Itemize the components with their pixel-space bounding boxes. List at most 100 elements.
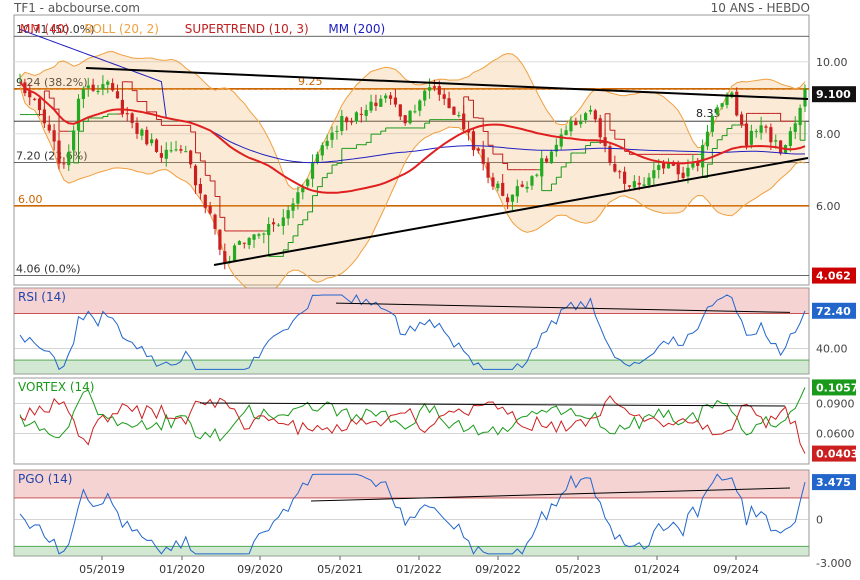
price-panel: 6.008.0010.0010.71 (50.0%)9.24 (38.2%)7.… (13, 14, 848, 295)
candle-body (42, 109, 46, 124)
panel-frame (13, 377, 810, 465)
candle-body (320, 145, 324, 156)
candle-body (291, 203, 295, 211)
candle-body (676, 164, 680, 175)
candle-body (159, 153, 163, 158)
candle-body (788, 131, 792, 146)
candle-body (432, 86, 437, 88)
candle-body (257, 234, 261, 236)
candle-body (76, 98, 81, 131)
candle-body (310, 163, 315, 179)
candle-body (37, 98, 42, 111)
stock-chart[interactable]: 6.008.0010.0010.71 (50.0%)9.24 (38.2%)7.… (0, 0, 860, 580)
badge-label: 9.100 (816, 88, 851, 101)
x-tick-label: 09/2020 (237, 563, 283, 576)
overbought-zone (14, 288, 809, 314)
candle-body (481, 149, 485, 164)
candle-body (705, 131, 710, 147)
indicator-panel-pgo: 0 -3.000 PGO (14) 3.475 (13, 469, 856, 570)
panel-tick-label: 0 (816, 513, 823, 526)
candle-body (535, 174, 539, 176)
panel-tick-label: 0.0600 (816, 428, 855, 441)
candle-body (96, 90, 100, 92)
level-label-600: 6.00 (18, 193, 43, 206)
candle-body (720, 103, 724, 107)
candle-body (744, 123, 749, 146)
price-badge: 9.100 (812, 86, 856, 103)
candle-body (384, 95, 388, 99)
x-tick-label: 01/2022 (396, 563, 442, 576)
indicator-panel-rsi: 40.00 RSI (14) 72.40 (13, 287, 856, 375)
candle-body (252, 234, 256, 240)
x-tick-label: 05/2021 (317, 563, 363, 576)
candle-body (486, 162, 490, 178)
candle-body (593, 110, 597, 120)
candle-body (306, 179, 310, 186)
candle-body (203, 194, 207, 208)
candle-body (740, 114, 744, 125)
candle-body (452, 106, 456, 115)
candle-body (174, 149, 178, 151)
candle-body (52, 130, 56, 142)
candle-body (130, 113, 134, 124)
candle-body (652, 170, 656, 179)
candle-body (189, 150, 193, 165)
candle-body (388, 95, 393, 99)
candle-body (393, 97, 398, 105)
candle-body (403, 115, 407, 124)
x-tick-label: 09/2022 (475, 563, 521, 576)
candle-body (179, 149, 183, 151)
candle-body (154, 139, 159, 152)
candle-body (642, 184, 646, 186)
candle-body (510, 194, 515, 202)
candle-body (803, 88, 807, 107)
badge-label: 4.062 (816, 270, 851, 283)
candle-body (457, 115, 461, 117)
supertrend-segment (473, 117, 479, 119)
legend-entry: MM (40) (20, 22, 69, 36)
legend-entry: BOLL (20, 2) (84, 22, 159, 36)
candle-body (413, 111, 417, 113)
candle-body (725, 96, 729, 105)
legend-entry: SUPERTREND (10, 3) (185, 22, 309, 36)
candle-body (686, 167, 690, 177)
candle-body (462, 113, 466, 130)
price-tick-label: 6.00 (816, 200, 841, 213)
candle-body (106, 81, 110, 85)
candle-body (91, 84, 95, 91)
candle-body (150, 139, 154, 144)
candle-body (442, 94, 446, 99)
price-tick-label: 10.00 (816, 56, 848, 69)
candle-body (564, 130, 568, 136)
candle-body (681, 172, 685, 178)
candle-body (476, 148, 480, 151)
candle-body (359, 113, 363, 115)
panel-tick-label: 40.00 (816, 342, 848, 355)
candle-body (398, 104, 402, 117)
candle-body (647, 177, 651, 186)
candle-body (276, 224, 281, 226)
panel-title: PGO (14) (18, 472, 72, 486)
candle-body (340, 115, 344, 132)
candle-body (769, 127, 773, 143)
pgo-badge-label: 3.475 (816, 476, 851, 489)
candle-body (588, 109, 593, 112)
candle-body (267, 224, 271, 236)
candle-body (662, 163, 666, 169)
candle-body (637, 182, 641, 185)
candle-body (33, 98, 37, 100)
candle-body (315, 154, 320, 163)
candle-body (520, 184, 524, 187)
candle-body (798, 107, 802, 126)
candle-body (72, 130, 76, 151)
overbought-zone (14, 470, 809, 498)
candle-body (345, 117, 349, 123)
candle-body (86, 85, 90, 88)
x-tick-label: 09/2024 (713, 563, 759, 576)
candle-body (349, 121, 354, 123)
candle-body (125, 113, 129, 115)
candle-body (62, 163, 66, 165)
legend-entry: MM (200) (328, 22, 385, 36)
candle-body (501, 182, 505, 196)
rsi-badge-label: 72.40 (816, 305, 851, 318)
